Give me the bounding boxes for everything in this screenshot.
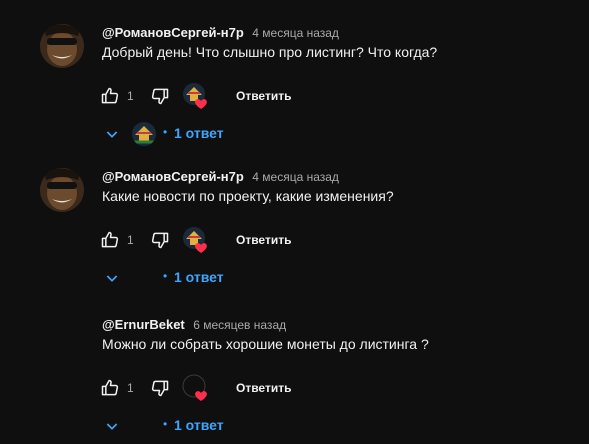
thumb-up-icon xyxy=(101,379,119,396)
comment-text: Можно ли собрать хорошие монеты до листи… xyxy=(102,336,429,352)
comment-actions: 1 Ответить xyxy=(96,82,396,110)
reply-button[interactable]: Ответить xyxy=(236,89,291,103)
replies-count: 1 ответ xyxy=(174,417,224,433)
view-replies-button[interactable]: • 1 ответ xyxy=(102,122,302,146)
like-button[interactable] xyxy=(96,82,124,110)
thumb-down-icon xyxy=(151,380,169,397)
chevron-down-icon xyxy=(106,423,118,430)
timestamp[interactable]: 6 месяцев назад xyxy=(193,318,286,332)
view-replies-button[interactable]: • 1 ответ xyxy=(102,414,302,438)
thumb-up-icon xyxy=(101,87,119,104)
dislike-button[interactable] xyxy=(146,226,174,254)
comment-header: @РомановСергей-н7р 4 месяца назад xyxy=(102,24,339,42)
author-name[interactable]: @ErnurBeket xyxy=(102,317,185,332)
like-count: 1 xyxy=(127,381,134,395)
replies-count: 1 ответ xyxy=(174,269,224,285)
like-count: 1 xyxy=(127,233,134,247)
author-name[interactable]: @РомановСергей-н7р xyxy=(102,169,244,184)
dot-separator: • xyxy=(163,269,168,283)
comment-header: @ErnurBeket 6 месяцев назад xyxy=(102,316,286,334)
comment-text: Какие новости по проекту, какие изменени… xyxy=(102,188,394,204)
comment-actions: 1 Ответить xyxy=(96,374,396,402)
like-button[interactable] xyxy=(96,374,124,402)
like-count: 1 xyxy=(127,89,134,103)
timestamp[interactable]: 4 месяца назад xyxy=(252,26,339,40)
creator-heart[interactable] xyxy=(182,82,210,110)
creator-heart-icon xyxy=(183,83,207,109)
chevron-down-icon xyxy=(106,275,118,282)
replies-count: 1 ответ xyxy=(174,125,224,141)
view-replies-button[interactable]: • 1 ответ xyxy=(102,266,302,290)
dot-separator: • xyxy=(163,125,168,139)
creator-heart[interactable] xyxy=(182,374,210,402)
comment-text: Добрый день! Что слышно про листинг? Что… xyxy=(102,44,438,60)
timestamp[interactable]: 4 месяца назад xyxy=(252,170,339,184)
dislike-button[interactable] xyxy=(146,82,174,110)
thumb-up-icon xyxy=(101,231,119,248)
creator-heart[interactable] xyxy=(182,226,210,254)
creator-heart-icon xyxy=(182,374,207,401)
thumb-down-icon xyxy=(151,88,169,105)
thumb-down-icon xyxy=(151,232,169,249)
chevron-down-icon xyxy=(106,131,118,138)
comment-actions: 1 Ответить xyxy=(96,226,396,254)
like-button[interactable] xyxy=(96,226,124,254)
author-name[interactable]: @РомановСергей-н7р xyxy=(102,25,244,40)
reply-author-avatar xyxy=(132,122,156,146)
reply-button[interactable]: Ответить xyxy=(236,381,291,395)
reply-button[interactable]: Ответить xyxy=(236,233,291,247)
creator-heart-icon xyxy=(183,227,207,253)
avatar[interactable] xyxy=(40,24,84,68)
dislike-button[interactable] xyxy=(146,374,174,402)
dot-separator: • xyxy=(163,417,168,431)
comment-header: @РомановСергей-н7р 4 месяца назад xyxy=(102,168,339,186)
avatar[interactable] xyxy=(40,168,84,212)
